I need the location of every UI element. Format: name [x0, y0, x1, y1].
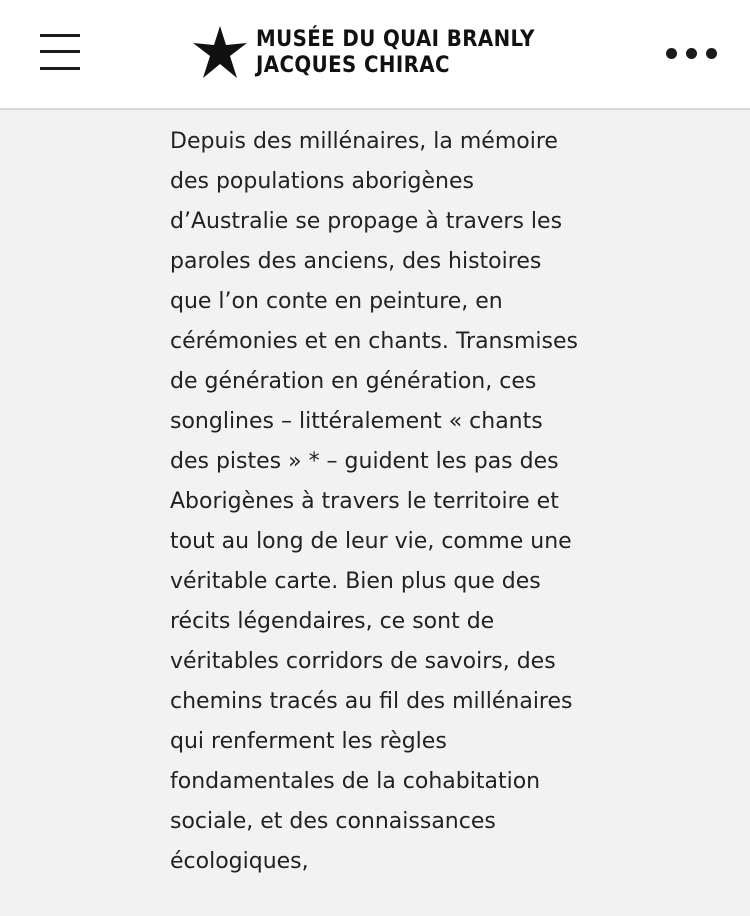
dot	[686, 48, 697, 59]
star-logo-icon	[193, 26, 247, 78]
museum-logo[interactable]: MUSÉE DU QUAI BRANLY JACQUES CHIRAC	[190, 22, 535, 84]
hamburger-menu-icon[interactable]	[38, 32, 82, 72]
more-options-icon[interactable]	[664, 44, 720, 64]
article-paragraph: Depuis des millénaires, la mémoire des p…	[170, 129, 578, 874]
site-header: MUSÉE DU QUAI BRANLY JACQUES CHIRAC	[0, 0, 750, 110]
logo-line-1: MUSÉE DU QUAI BRANLY	[256, 27, 535, 52]
dot	[706, 48, 717, 59]
logo-wordmark: MUSÉE DU QUAI BRANLY JACQUES CHIRAC	[256, 27, 535, 79]
dot	[666, 48, 677, 59]
logo-line-2: JACQUES CHIRAC	[256, 53, 450, 78]
article-content: Depuis des millénaires, la mémoire des p…	[170, 122, 580, 882]
menu-line	[40, 67, 80, 70]
menu-line	[40, 50, 80, 53]
menu-line	[40, 34, 80, 37]
